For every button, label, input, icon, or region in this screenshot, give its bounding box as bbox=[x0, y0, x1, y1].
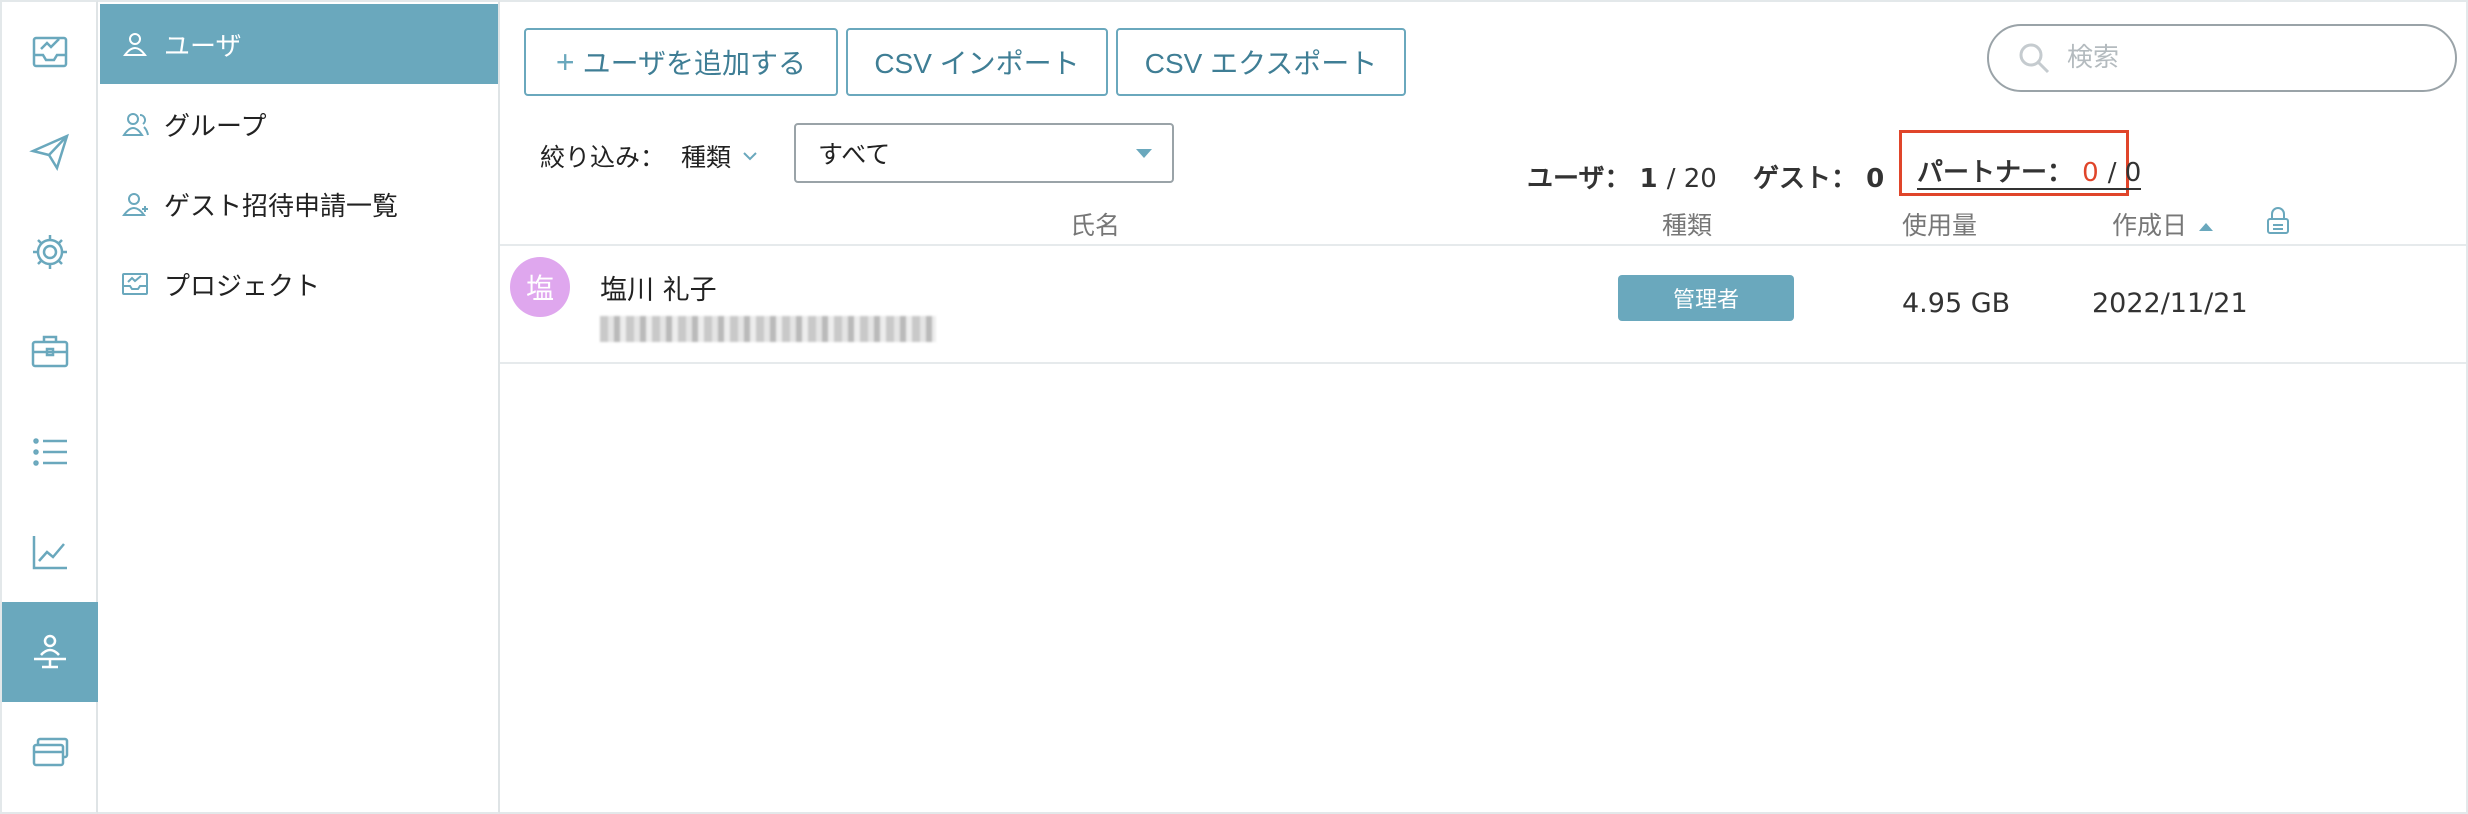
rail-item-users[interactable] bbox=[2, 602, 98, 702]
column-header-created[interactable]: 作成日 bbox=[2112, 206, 2214, 242]
rail-item-chart[interactable] bbox=[2, 502, 98, 602]
column-header-name[interactable]: 氏名 bbox=[1070, 206, 1120, 242]
user-count: ユーザ： 1 / 20 bbox=[1527, 158, 1717, 195]
chart-icon bbox=[32, 536, 67, 570]
rail-item-settings[interactable] bbox=[2, 202, 98, 302]
rail-item-cards[interactable] bbox=[2, 702, 98, 802]
csv-import-label: CSV インポート bbox=[874, 48, 1080, 79]
partner-count-limit: / 0 bbox=[2107, 158, 2142, 188]
rail-item-list[interactable] bbox=[2, 402, 98, 502]
subnav-label: グループ bbox=[164, 111, 267, 142]
rail-item-inbox[interactable] bbox=[2, 2, 98, 102]
column-header-type[interactable]: 種類 bbox=[1662, 206, 1712, 242]
user-count-limit: / 20 bbox=[1666, 164, 1717, 194]
filter-label: 絞り込み： bbox=[540, 143, 666, 172]
user-email-redacted bbox=[600, 316, 936, 342]
subnav-label: プロジェクト bbox=[164, 271, 321, 302]
partner-count-label: パートナー： bbox=[1917, 158, 2074, 188]
rail-item-briefcase[interactable] bbox=[2, 302, 98, 402]
user-icon bbox=[123, 33, 147, 56]
search-box[interactable] bbox=[1987, 24, 2457, 92]
filter-select-value: すべて bbox=[818, 140, 891, 169]
list-icon bbox=[33, 438, 67, 466]
subnav-item-guest-requests[interactable]: ゲスト招待申請一覧 bbox=[100, 164, 498, 244]
partner-count-value: 0 bbox=[2082, 158, 2099, 188]
subnav-item-users[interactable]: ユーザ bbox=[100, 4, 498, 84]
send-icon bbox=[29, 133, 70, 171]
inbox-icon bbox=[32, 36, 68, 68]
group-icon bbox=[122, 113, 149, 136]
created-date: 2022/11/21 bbox=[2092, 288, 2248, 319]
lock-icon[interactable] bbox=[2263, 206, 2293, 236]
briefcase-icon bbox=[31, 335, 69, 368]
caret-down-icon bbox=[1136, 149, 1152, 158]
avatar: 塩 bbox=[510, 257, 570, 317]
add-user-label: ユーザを追加する bbox=[582, 48, 807, 79]
search-icon bbox=[2019, 43, 2050, 74]
subnav-item-projects[interactable]: プロジェクト bbox=[100, 244, 498, 324]
sort-ascending-icon bbox=[2199, 223, 2214, 231]
guest-icon bbox=[122, 193, 148, 216]
search-input[interactable] bbox=[2067, 43, 2447, 73]
guest-count-label: ゲスト： bbox=[1753, 164, 1858, 194]
column-header-created-label: 作成日 bbox=[2112, 211, 2188, 240]
add-user-button[interactable]: + ユーザを追加する bbox=[524, 28, 838, 96]
partner-count-link[interactable]: パートナー： 0 / 0 bbox=[1917, 158, 2142, 190]
subnav-item-groups[interactable]: グループ bbox=[100, 84, 498, 164]
usage-value: 4.95 GB bbox=[1902, 288, 2011, 319]
filter-kind-dropdown[interactable]: 種類 bbox=[681, 138, 759, 174]
rail-item-send[interactable] bbox=[2, 102, 98, 202]
chevron-down-icon bbox=[743, 152, 757, 161]
csv-import-button[interactable]: CSV インポート bbox=[846, 28, 1108, 96]
sub-navigation: ユーザ グループ ゲスト招待申請一覧 プロジェクト bbox=[98, 0, 500, 814]
plus-icon: + bbox=[555, 43, 575, 80]
user-name[interactable]: 塩川 礼子 bbox=[600, 268, 717, 307]
filter-kind-label: 種類 bbox=[681, 143, 732, 172]
role-badge: 管理者 bbox=[1618, 275, 1794, 321]
csv-export-label: CSV エクスポート bbox=[1144, 48, 1378, 79]
column-header-usage[interactable]: 使用量 bbox=[1902, 206, 1977, 242]
user-count-value: 1 bbox=[1639, 164, 1658, 194]
gear-icon bbox=[33, 235, 67, 269]
guest-count: ゲスト： 0 bbox=[1753, 158, 1884, 195]
subnav-label: ユーザ bbox=[164, 31, 242, 62]
subnav-label: ゲスト招待申請一覧 bbox=[164, 191, 399, 222]
cards-icon bbox=[32, 737, 69, 767]
main-panel: + ユーザを追加する CSV インポート CSV エクスポート 絞り込み： 種類… bbox=[500, 0, 2468, 814]
user-org-icon bbox=[34, 634, 66, 669]
guest-count-value: 0 bbox=[1866, 164, 1885, 194]
user-count-label: ユーザ： bbox=[1527, 164, 1631, 194]
table-divider bbox=[500, 244, 2466, 246]
icon-rail bbox=[0, 0, 98, 814]
csv-export-button[interactable]: CSV エクスポート bbox=[1116, 28, 1406, 96]
project-icon bbox=[122, 273, 148, 295]
filter-select[interactable]: すべて bbox=[794, 123, 1174, 183]
table-divider bbox=[500, 362, 2466, 364]
